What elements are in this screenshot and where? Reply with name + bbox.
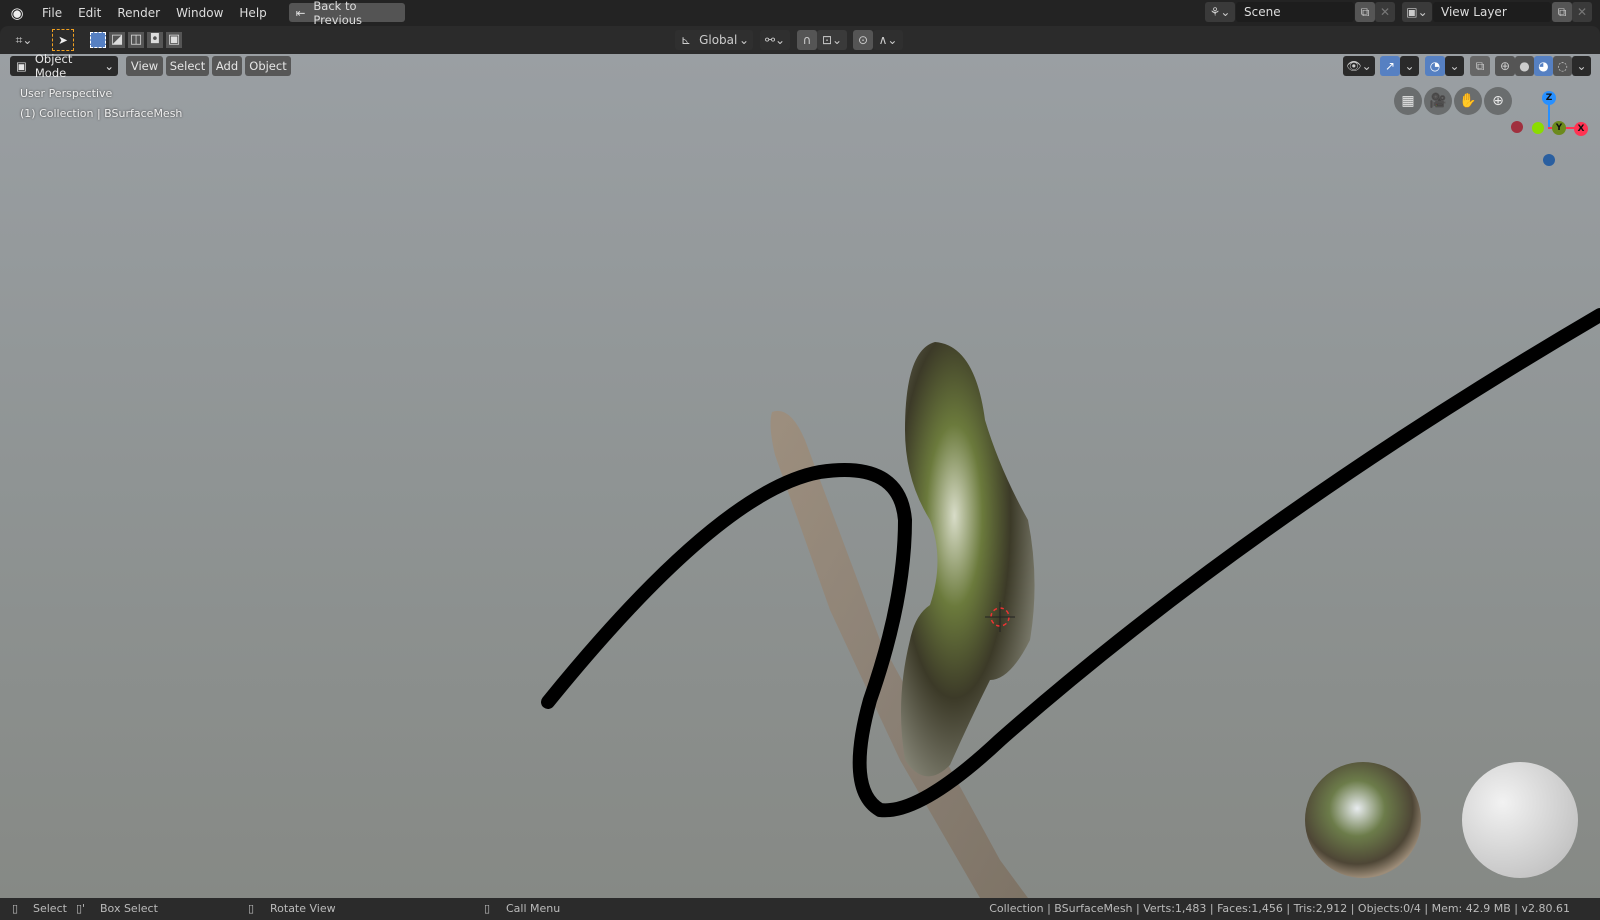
mode-extend-icon[interactable]: ◪ — [109, 32, 125, 48]
object-menu[interactable]: Object — [245, 56, 291, 76]
snap-target-dropdown[interactable]: ⊡⌄ — [817, 30, 847, 50]
mouse-drag-icon: ▯' — [76, 902, 86, 915]
snap-toggle-icon[interactable]: ∩ — [797, 30, 817, 50]
curve-object[interactable] — [541, 308, 1600, 818]
delete-view-layer-icon[interactable]: ✕ — [1572, 2, 1592, 22]
overlays-dropdown[interactable]: ⌄ — [1445, 56, 1464, 76]
view-layer-selector-button[interactable]: ▣⌄ — [1402, 2, 1432, 22]
back-to-previous-button[interactable]: ⇤ Back to Previous — [288, 0, 405, 27]
mode-new-icon[interactable] — [90, 32, 106, 48]
mouse-left-icon: ▯ — [12, 902, 19, 915]
viewport-scene — [541, 308, 1600, 898]
visibility-dropdown[interactable]: 👁⌄ — [1343, 56, 1375, 76]
transform-orientation-dropdown[interactable]: ⊾ Global ⌄ — [675, 30, 753, 50]
menu-help[interactable]: Help — [231, 6, 274, 20]
wireframe-shading-icon[interactable]: ⊕ — [1495, 56, 1515, 76]
falloff-dropdown[interactable]: ∧⌄ — [873, 30, 903, 50]
status-rotate-view: Rotate View — [270, 902, 336, 915]
pivot-point-dropdown[interactable]: ⚯⌄ — [760, 30, 790, 50]
gizmo-y-axis[interactable]: Y — [1552, 121, 1566, 135]
scene-statistics: Collection | BSurfaceMesh | Verts:1,483 … — [989, 902, 1570, 915]
gizmo-x-axis[interactable]: X — [1574, 122, 1588, 136]
select-tool-icon[interactable]: ➤ — [52, 29, 74, 51]
gizmo-dropdown[interactable]: ⌄ — [1400, 56, 1419, 76]
add-menu[interactable]: Add — [212, 56, 242, 76]
tool-header: ⌗⌄ ➤ ◪ ◫ ◘ ▣ ⊾ Global ⌄ ⚯⌄ ∩ ⊡⌄ ⊙ ∧⌄ — [0, 26, 1600, 54]
view-name-label: User Perspective — [20, 87, 113, 100]
scene-selector-button[interactable]: ⚘⌄ — [1205, 2, 1235, 22]
select-menu[interactable]: Select — [166, 56, 209, 76]
toggle-ortho-grid-icon[interactable]: ▦ — [1394, 87, 1422, 115]
gizmo-z-axis[interactable]: Z — [1542, 91, 1556, 105]
overlays-toggle-icon[interactable]: ◔ — [1425, 56, 1445, 76]
mouse-middle-icon: ▯ — [248, 902, 255, 915]
menu-file[interactable]: File — [34, 6, 70, 20]
menu-edit[interactable]: Edit — [70, 6, 109, 20]
editor-type-button[interactable]: ⌗⌄ — [9, 30, 39, 50]
material-preview-shading-icon[interactable]: ◕ — [1534, 56, 1553, 76]
navigation-gizmo[interactable]: Z Y X — [1500, 84, 1595, 174]
scene-name-field[interactable]: Scene — [1236, 2, 1354, 22]
rendered-shading-icon[interactable]: ◌ — [1553, 56, 1572, 76]
mode-invert-icon[interactable]: ◘ — [147, 32, 163, 48]
pan-hand-icon[interactable]: ✋ — [1454, 87, 1482, 115]
view-menu[interactable]: View — [126, 56, 163, 76]
xray-toggle-icon[interactable]: ⧉ — [1470, 56, 1490, 76]
blender-logo-icon[interactable]: ◉ — [0, 4, 34, 22]
status-bar: ▯ Select ▯' Box Select ▯ Rotate View ▯ C… — [0, 898, 1600, 920]
chevron-down-icon: ⌄ — [738, 33, 749, 47]
gizmo-neg-x-axis[interactable] — [1511, 121, 1523, 133]
chevron-down-icon: ⌄ — [104, 59, 114, 73]
delete-scene-icon[interactable]: ✕ — [1375, 2, 1395, 22]
solid-shading-icon[interactable]: ● — [1515, 56, 1534, 76]
object-mode-dropdown[interactable]: ▣ Object Mode ⌄ — [10, 54, 118, 80]
mode-subtract-icon[interactable]: ◫ — [128, 32, 144, 48]
gizmo-toggle-icon[interactable]: ↗ — [1380, 56, 1400, 76]
camera-view-icon[interactable]: 🎥 — [1424, 87, 1452, 115]
hdri-preview-sphere — [1305, 762, 1421, 878]
shading-dropdown[interactable]: ⌄ — [1572, 56, 1591, 76]
menu-window[interactable]: Window — [168, 6, 231, 20]
back-icon: ⇤ — [295, 5, 306, 20]
status-call-menu: Call Menu — [506, 902, 561, 915]
mode-intersect-icon[interactable]: ▣ — [166, 32, 182, 48]
top-bar: ◉ File Edit Render Window Help ⇤ Back to… — [0, 0, 1600, 27]
bsurface-mesh-object[interactable] — [901, 342, 1035, 777]
status-box-select: Box Select — [100, 902, 158, 915]
new-view-layer-icon[interactable]: ⧉ — [1552, 2, 1572, 22]
collection-label: (1) Collection | BSurfaceMesh — [20, 107, 183, 120]
gizmo-neg-y-axis[interactable] — [1532, 122, 1544, 134]
3d-viewport[interactable]: ▣ Object Mode ⌄ View Select Add Object 👁… — [0, 54, 1600, 898]
gizmo-neg-z-axis[interactable] — [1543, 154, 1555, 166]
new-scene-icon[interactable]: ⧉ — [1355, 2, 1375, 22]
orientation-icon: ⊾ — [681, 33, 692, 47]
diffuse-preview-sphere — [1462, 762, 1578, 878]
proportional-edit-icon[interactable]: ⊙ — [853, 30, 873, 50]
status-select: Select — [33, 902, 67, 915]
mouse-right-icon: ▯ — [484, 902, 491, 915]
object-mode-icon: ▣ — [16, 59, 27, 73]
view-layer-name-field[interactable]: View Layer — [1433, 2, 1551, 22]
menu-render[interactable]: Render — [109, 6, 168, 20]
